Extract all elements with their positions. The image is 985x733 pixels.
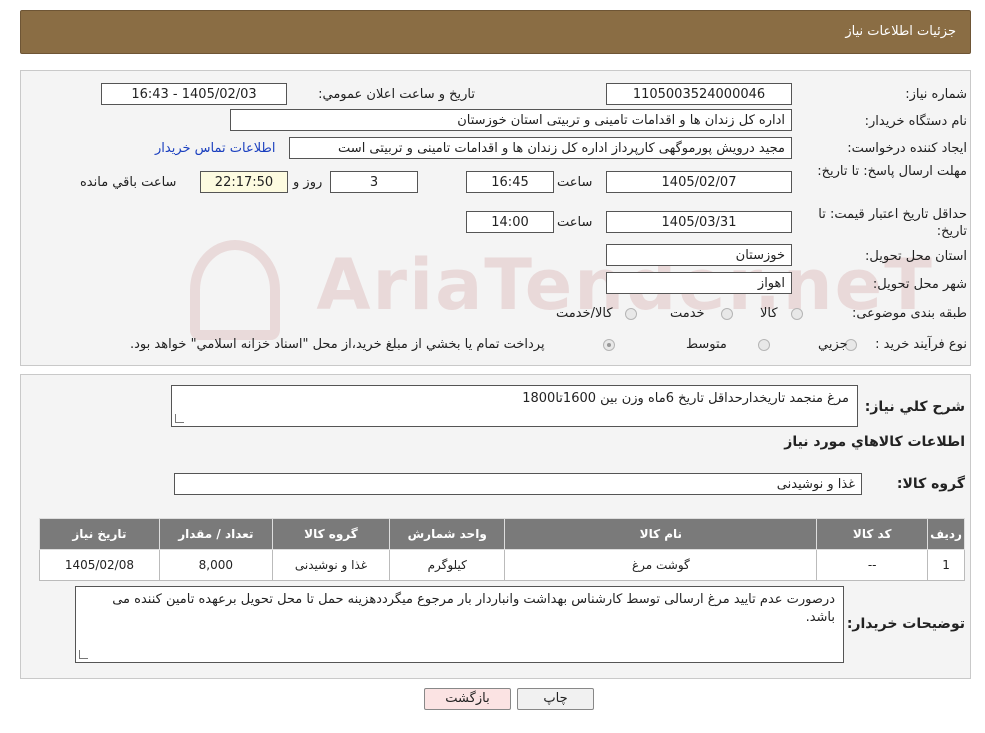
contact-buyer-link[interactable]: اطلاعات تماس خريدار bbox=[155, 141, 275, 156]
process-radio-medium[interactable] bbox=[758, 339, 770, 351]
remaining-time-field: 22:17:50 bbox=[200, 171, 288, 193]
buyer-label: نام دستگاه خريدار: bbox=[864, 114, 967, 129]
cell-unit: کیلوگرم bbox=[389, 549, 506, 581]
validity-label: حداقل تاريخ اعتبار قيمت: تا تاريخ: bbox=[818, 207, 967, 239]
col-header-group: گروه کالا bbox=[271, 518, 391, 550]
cell-group: غذا و نوشیدنی bbox=[271, 549, 391, 581]
buyer-field: اداره کل زندان ها و اقدامات تامینی و ترب… bbox=[230, 109, 792, 131]
deadline-time-label: ساعت bbox=[557, 175, 593, 190]
province-label: استان محل تحويل: bbox=[865, 249, 967, 264]
col-header-row-num: رديف bbox=[927, 518, 965, 550]
cell-quantity: 8,000 bbox=[158, 549, 273, 581]
process-option-medium: متوسط bbox=[686, 337, 727, 352]
province-field: خوزستان bbox=[606, 244, 792, 266]
watermark-logo: AriaTender.neT bbox=[190, 240, 934, 340]
days-label: روز و bbox=[293, 175, 323, 190]
need-number-label: شماره نیاز: bbox=[905, 87, 967, 102]
category-option-service: خدمت bbox=[670, 306, 705, 321]
category-radio-service[interactable] bbox=[721, 308, 733, 320]
validity-date-field: 1405/03/31 bbox=[606, 211, 792, 233]
col-header-date: تاريخ نياز bbox=[39, 518, 160, 550]
print-button[interactable]: چاپ bbox=[517, 688, 594, 710]
buyer-notes-text: درصورت عدم تایید مرغ ارسالی توسط کارشناس… bbox=[112, 592, 835, 625]
category-option-goods-service: کالا/خدمت bbox=[556, 306, 613, 321]
cell-name: گوشت مرغ bbox=[504, 549, 818, 581]
validity-time-label: ساعت bbox=[557, 215, 593, 230]
group-field: غذا و نوشیدنی bbox=[174, 473, 862, 495]
remaining-label: ساعت باقي مانده bbox=[80, 175, 177, 190]
validity-time-field: 14:00 bbox=[466, 211, 554, 233]
page-title: جزئیات اطلاعات نیاز bbox=[845, 24, 956, 39]
summary-text: مرغ منجمد تاریخدارحداقل تاریخ 6ماه وزن ب… bbox=[522, 391, 849, 406]
watermark-icon bbox=[190, 240, 280, 340]
table-header-row: رديف کد کالا نام کالا واحد شمارش گروه کا… bbox=[39, 518, 965, 550]
cell-row-num: 1 bbox=[927, 549, 965, 581]
col-header-code: کد کالا bbox=[816, 518, 929, 550]
announce-label: تاریخ و ساعت اعلان عمومي: bbox=[318, 87, 475, 102]
buyer-notes-label: توضيحات خريدار: bbox=[846, 616, 965, 632]
col-header-quantity: تعداد / مقدار bbox=[158, 518, 273, 550]
resize-grip-icon[interactable] bbox=[79, 650, 88, 659]
category-radio-goods[interactable] bbox=[791, 308, 803, 320]
city-field: اهواز bbox=[606, 272, 792, 294]
creator-label: ايجاد کننده درخواست: bbox=[847, 141, 967, 156]
goods-table: رديف کد کالا نام کالا واحد شمارش گروه کا… bbox=[39, 518, 965, 581]
page-header: جزئیات اطلاعات نیاز bbox=[20, 10, 971, 54]
category-radio-goods-service[interactable] bbox=[625, 308, 637, 320]
process-option-minor: جزيي bbox=[818, 337, 848, 352]
city-label: شهر محل تحويل: bbox=[872, 277, 967, 292]
col-header-unit: واحد شمارش bbox=[389, 518, 506, 550]
resize-grip-icon[interactable] bbox=[175, 414, 184, 423]
days-field: 3 bbox=[330, 171, 418, 193]
category-option-goods: کالا bbox=[760, 306, 778, 321]
announce-field: 1405/02/03 - 16:43 bbox=[101, 83, 287, 105]
summary-field: مرغ منجمد تاریخدارحداقل تاریخ 6ماه وزن ب… bbox=[171, 385, 858, 427]
goods-info-title: اطلاعات کالاهاي مورد نياز bbox=[784, 434, 965, 450]
buyer-notes-field: درصورت عدم تایید مرغ ارسالی توسط کارشناس… bbox=[75, 586, 844, 663]
process-label: نوع فرآيند خريد : bbox=[875, 337, 967, 352]
process-note: پرداخت تمام يا بخشي از مبلغ خريد،از محل … bbox=[130, 337, 545, 352]
need-number-field: 1105003524000046 bbox=[606, 83, 792, 105]
deadline-date-field: 1405/02/07 bbox=[606, 171, 792, 193]
summary-label: شرح کلي نياز: bbox=[864, 399, 965, 415]
group-label: گروه کالا: bbox=[896, 476, 965, 492]
category-label: طبقه بندی موضوعی: bbox=[851, 306, 967, 321]
deadline-label: مهلت ارسال پاسخ: تا تاریخ: bbox=[817, 164, 967, 179]
cell-date: 1405/02/08 bbox=[39, 549, 160, 581]
table-row: 1 -- گوشت مرغ کیلوگرم غذا و نوشیدنی 8,00… bbox=[39, 549, 965, 581]
cell-code: -- bbox=[816, 549, 929, 581]
back-button[interactable]: بازگشت bbox=[424, 688, 511, 710]
col-header-name: نام کالا bbox=[504, 518, 818, 550]
creator-field: مجید درویش پورموگهی کارپرداز اداره کل زن… bbox=[289, 137, 792, 159]
deadline-time-field: 16:45 bbox=[466, 171, 554, 193]
process-radio-treasury[interactable] bbox=[603, 339, 615, 351]
